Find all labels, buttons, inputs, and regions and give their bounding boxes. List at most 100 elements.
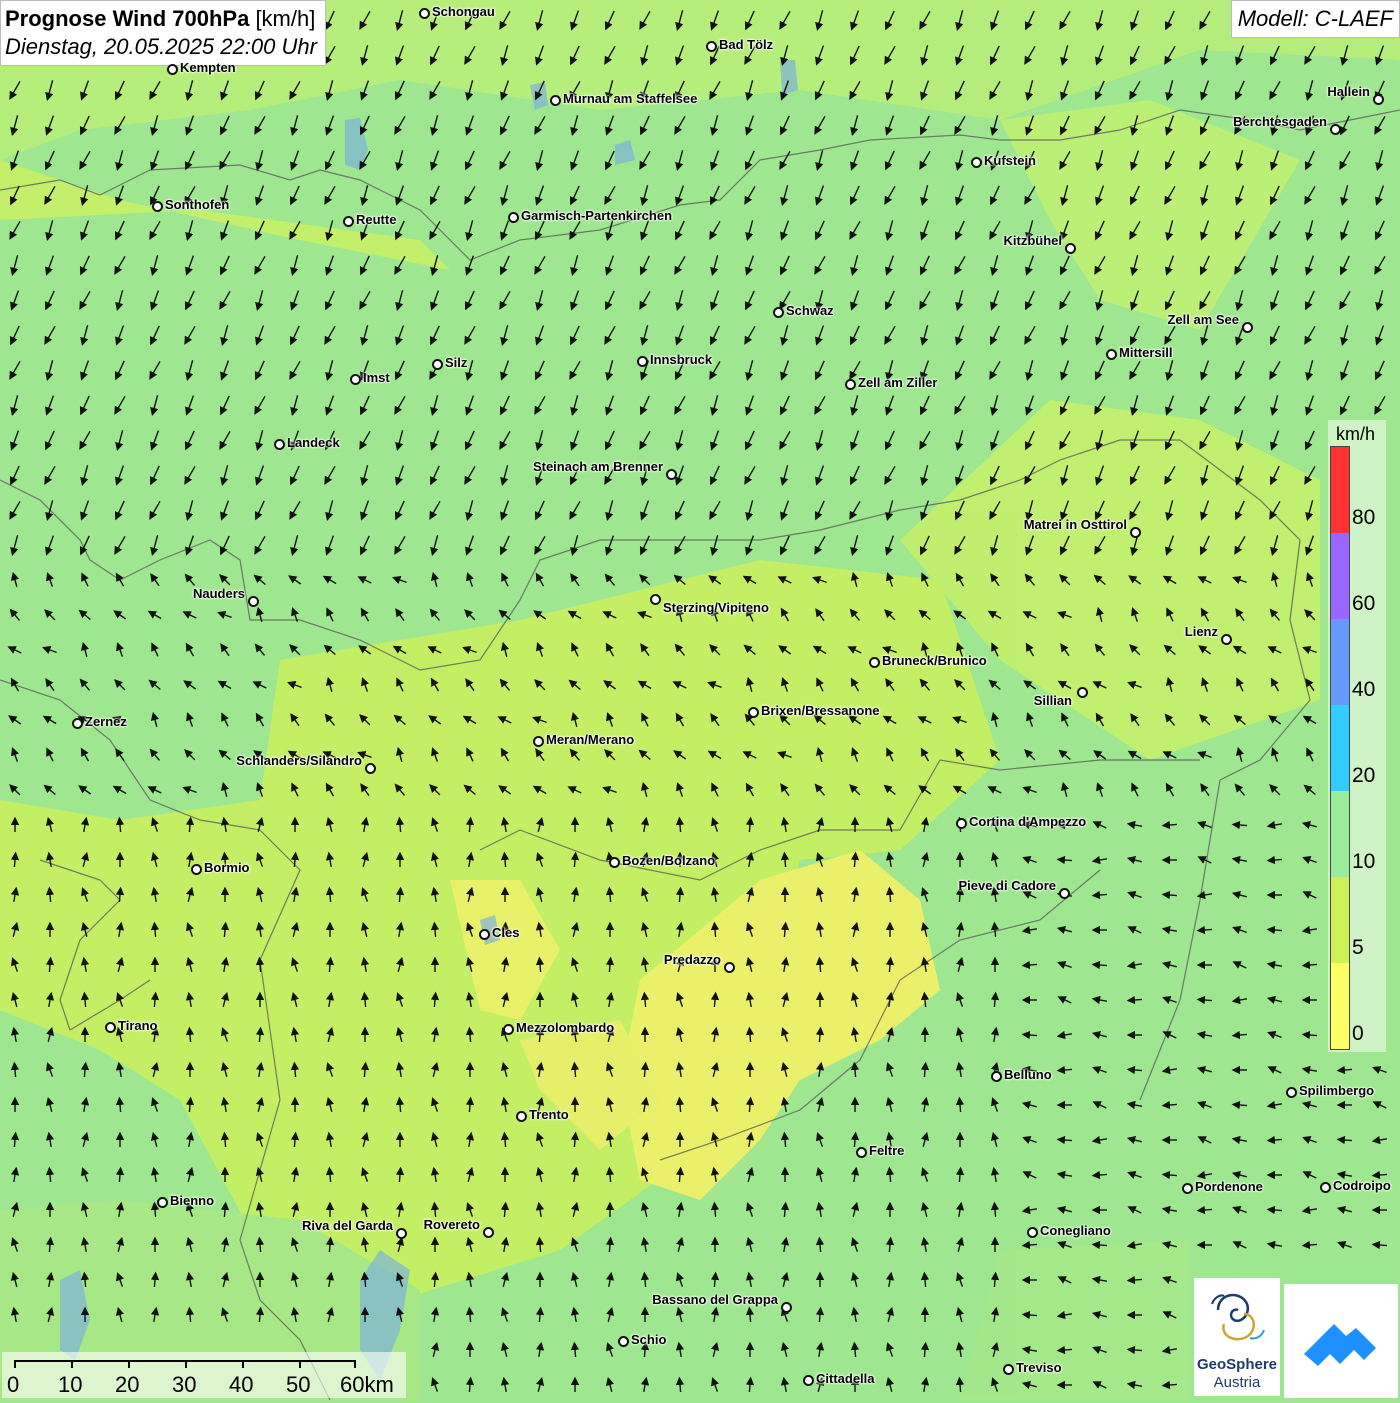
city-marker[interactable] xyxy=(724,962,735,973)
city-label: Matrei in Osttirol xyxy=(1023,517,1127,532)
legend-colorbar xyxy=(1330,446,1350,1050)
city-label: Meran/Merano xyxy=(546,732,635,747)
city-marker[interactable] xyxy=(1106,349,1117,360)
city-marker[interactable] xyxy=(152,201,163,212)
city-marker[interactable] xyxy=(516,1111,527,1122)
mountain-cloud-icon xyxy=(1304,1324,1376,1366)
geosphere-logo[interactable]: GeoSphere Austria xyxy=(1194,1278,1280,1396)
city-marker[interactable] xyxy=(1286,1087,1297,1098)
map-title: Prognose Wind 700hPa [km/h] xyxy=(5,6,316,31)
city-marker[interactable] xyxy=(773,307,784,318)
app-logo[interactable] xyxy=(1284,1284,1398,1398)
scale-tick xyxy=(299,1360,301,1368)
legend-unit: km/h xyxy=(1336,424,1376,444)
city-label: Bienno xyxy=(170,1193,215,1208)
city-marker[interactable] xyxy=(105,1022,116,1033)
scale-bar: 0 10 20 30 40 50 60km xyxy=(2,1352,406,1398)
city-marker[interactable] xyxy=(1065,243,1076,254)
city-label: Zell am Ziller xyxy=(858,375,938,390)
city-marker[interactable] xyxy=(637,356,648,367)
city-marker[interactable] xyxy=(869,657,880,668)
city-label: Kempten xyxy=(180,60,236,75)
logo-text-geosphere: GeoSphere xyxy=(1196,1356,1278,1373)
city-label: Murnau am Staffelsee xyxy=(563,91,698,106)
city-marker[interactable] xyxy=(1221,634,1232,645)
city-label: Cortina d'Ampezzo xyxy=(969,814,1087,829)
city-marker[interactable] xyxy=(1182,1183,1193,1194)
city-marker[interactable] xyxy=(1059,888,1070,899)
city-label: Nauders xyxy=(192,586,245,601)
city-marker[interactable] xyxy=(956,818,967,829)
city-marker[interactable] xyxy=(1077,687,1088,698)
city-label: Pieve di Cadore xyxy=(958,878,1056,893)
scale-tick xyxy=(128,1360,130,1368)
scale-label: 30 xyxy=(172,1372,197,1397)
city-marker[interactable] xyxy=(748,707,759,718)
city-marker[interactable] xyxy=(1330,124,1341,135)
city-marker[interactable] xyxy=(396,1228,407,1239)
city-marker[interactable] xyxy=(533,736,544,747)
city-marker[interactable] xyxy=(1027,1227,1038,1238)
city-marker[interactable] xyxy=(1373,94,1384,105)
city-marker[interactable] xyxy=(550,95,561,106)
legend-segment xyxy=(1331,791,1349,877)
map-datetime: Dienstag, 20.05.2025 22:00 Uhr xyxy=(5,34,317,59)
city-marker[interactable] xyxy=(274,439,285,450)
city-label: Silz xyxy=(445,355,468,370)
city-marker[interactable] xyxy=(609,857,620,868)
city-marker[interactable] xyxy=(1242,322,1253,333)
city-marker[interactable] xyxy=(781,1302,792,1313)
city-label: Zernez xyxy=(85,714,127,729)
city-label: Landeck xyxy=(287,435,340,450)
city-label: Pordenone xyxy=(1195,1179,1263,1194)
geosphere-emblem-icon xyxy=(1211,1293,1265,1341)
city-label: Garmisch-Partenkirchen xyxy=(521,208,673,223)
city-marker[interactable] xyxy=(72,718,83,729)
city-label: Schwaz xyxy=(786,303,834,318)
city-marker[interactable] xyxy=(191,864,202,875)
city-label: Cles xyxy=(492,925,520,940)
city-label: Mittersill xyxy=(1119,345,1173,360)
city-marker[interactable] xyxy=(419,8,430,19)
city-marker[interactable] xyxy=(856,1147,867,1158)
city-marker[interactable] xyxy=(803,1375,814,1386)
city-marker[interactable] xyxy=(167,64,178,75)
city-label: Bozen/Bolzano xyxy=(622,853,716,868)
city-label: Sterzing/Vipiteno xyxy=(663,600,769,615)
city-label: Schio xyxy=(631,1332,667,1347)
scale-label: 60km xyxy=(340,1372,394,1397)
city-label: Bassano del Grappa xyxy=(652,1292,778,1307)
city-marker[interactable] xyxy=(432,359,443,370)
city-marker[interactable] xyxy=(1003,1364,1014,1375)
city-marker[interactable] xyxy=(483,1227,494,1238)
legend-tick: 5 xyxy=(1352,936,1364,959)
city-marker[interactable] xyxy=(350,374,361,385)
city-marker[interactable] xyxy=(508,212,519,223)
city-label: Zell am See xyxy=(1167,312,1239,327)
city-marker[interactable] xyxy=(845,379,856,390)
legend: km/h 80 60 40 20 10 5 0 xyxy=(1328,420,1386,1052)
city-marker[interactable] xyxy=(248,596,259,607)
city-label: Kitzbühel xyxy=(1003,233,1063,248)
city-label: Steinach am Brenner xyxy=(532,459,663,474)
city-marker[interactable] xyxy=(1320,1182,1331,1193)
city-label: Imst xyxy=(363,370,390,385)
city-marker[interactable] xyxy=(157,1197,168,1208)
city-marker[interactable] xyxy=(343,216,354,227)
city-label: Spilimbergo xyxy=(1299,1083,1375,1098)
city-marker[interactable] xyxy=(991,1071,1002,1082)
city-marker[interactable] xyxy=(479,929,490,940)
city-marker[interactable] xyxy=(1130,527,1141,538)
city-marker[interactable] xyxy=(706,41,717,52)
city-marker[interactable] xyxy=(650,594,661,605)
city-marker[interactable] xyxy=(666,469,677,480)
city-marker[interactable] xyxy=(365,763,376,774)
city-label: Codroipo xyxy=(1333,1178,1391,1193)
scale-label: 0 xyxy=(7,1372,20,1397)
city-marker[interactable] xyxy=(503,1024,514,1035)
scale-tick xyxy=(71,1360,73,1368)
city-label: Sonthofen xyxy=(165,197,230,212)
logo-text-austria: Austria xyxy=(1213,1374,1261,1391)
city-marker[interactable] xyxy=(618,1336,629,1347)
city-marker[interactable] xyxy=(971,157,982,168)
